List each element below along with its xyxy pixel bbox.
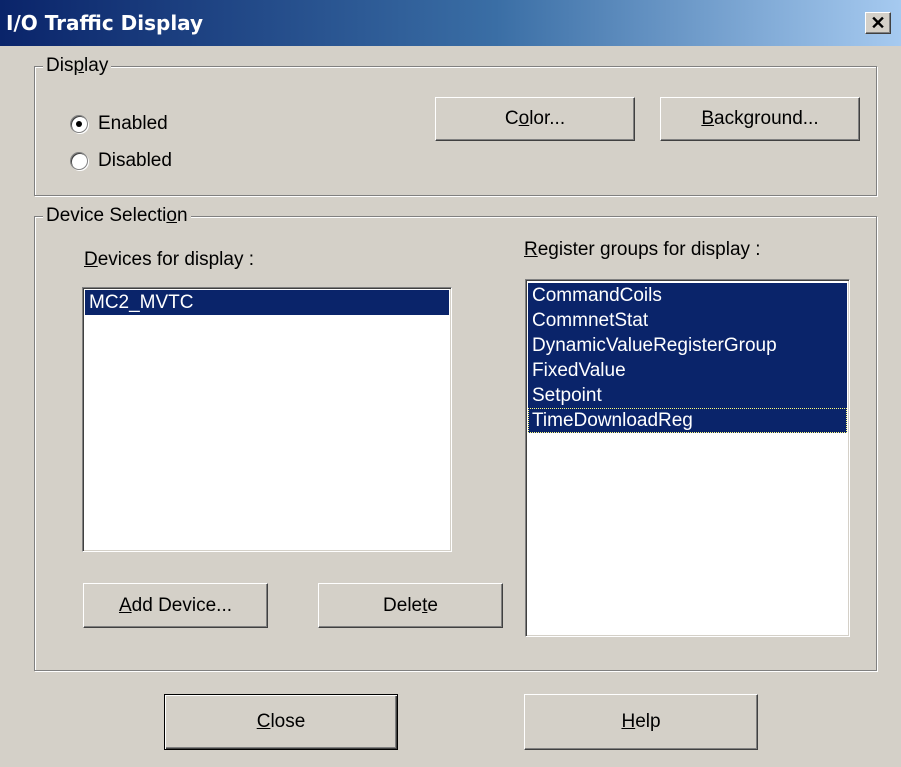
color-button[interactable]: Color... — [435, 97, 635, 141]
radio-disabled[interactable]: Disabled — [70, 150, 172, 172]
display-group-legend: Display — [43, 55, 112, 77]
radio-disabled-label: Disabled — [98, 150, 172, 171]
background-button[interactable]: Background... — [660, 97, 860, 141]
device-selection-legend: Device Selection — [43, 205, 191, 227]
delete-button[interactable]: Delete — [318, 583, 503, 628]
register-group-item[interactable]: TimeDownloadReg — [528, 408, 847, 433]
radio-enabled-icon — [70, 115, 88, 133]
close-button[interactable]: Close — [164, 694, 398, 750]
radio-enabled-label: Enabled — [98, 113, 168, 134]
devices-listbox[interactable]: MC2_MVTC — [82, 287, 452, 552]
close-window-button[interactable]: ✕ — [865, 12, 891, 34]
register-group-item[interactable]: Setpoint — [528, 383, 847, 408]
title-bar: I/O Traffic Display ✕ — [0, 0, 901, 46]
help-button[interactable]: Help — [524, 694, 758, 750]
register-group-item[interactable]: CommnetStat — [528, 308, 847, 333]
devices-label: Devices for display : — [84, 249, 255, 270]
close-icon: ✕ — [870, 13, 886, 33]
register-group-item[interactable]: FixedValue — [528, 358, 847, 383]
radio-enabled[interactable]: Enabled — [70, 113, 168, 135]
window-title: I/O Traffic Display — [6, 11, 204, 35]
radio-disabled-icon — [70, 152, 88, 170]
register-groups-label: Register groups for display : — [524, 239, 761, 260]
register-group-item[interactable]: DynamicValueRegisterGroup — [528, 333, 847, 358]
add-device-button[interactable]: Add Device... — [83, 583, 268, 628]
device-list-item[interactable]: MC2_MVTC — [85, 290, 449, 315]
register-groups-listbox[interactable]: CommandCoils CommnetStat DynamicValueReg… — [525, 279, 850, 637]
register-group-item[interactable]: CommandCoils — [528, 283, 847, 308]
